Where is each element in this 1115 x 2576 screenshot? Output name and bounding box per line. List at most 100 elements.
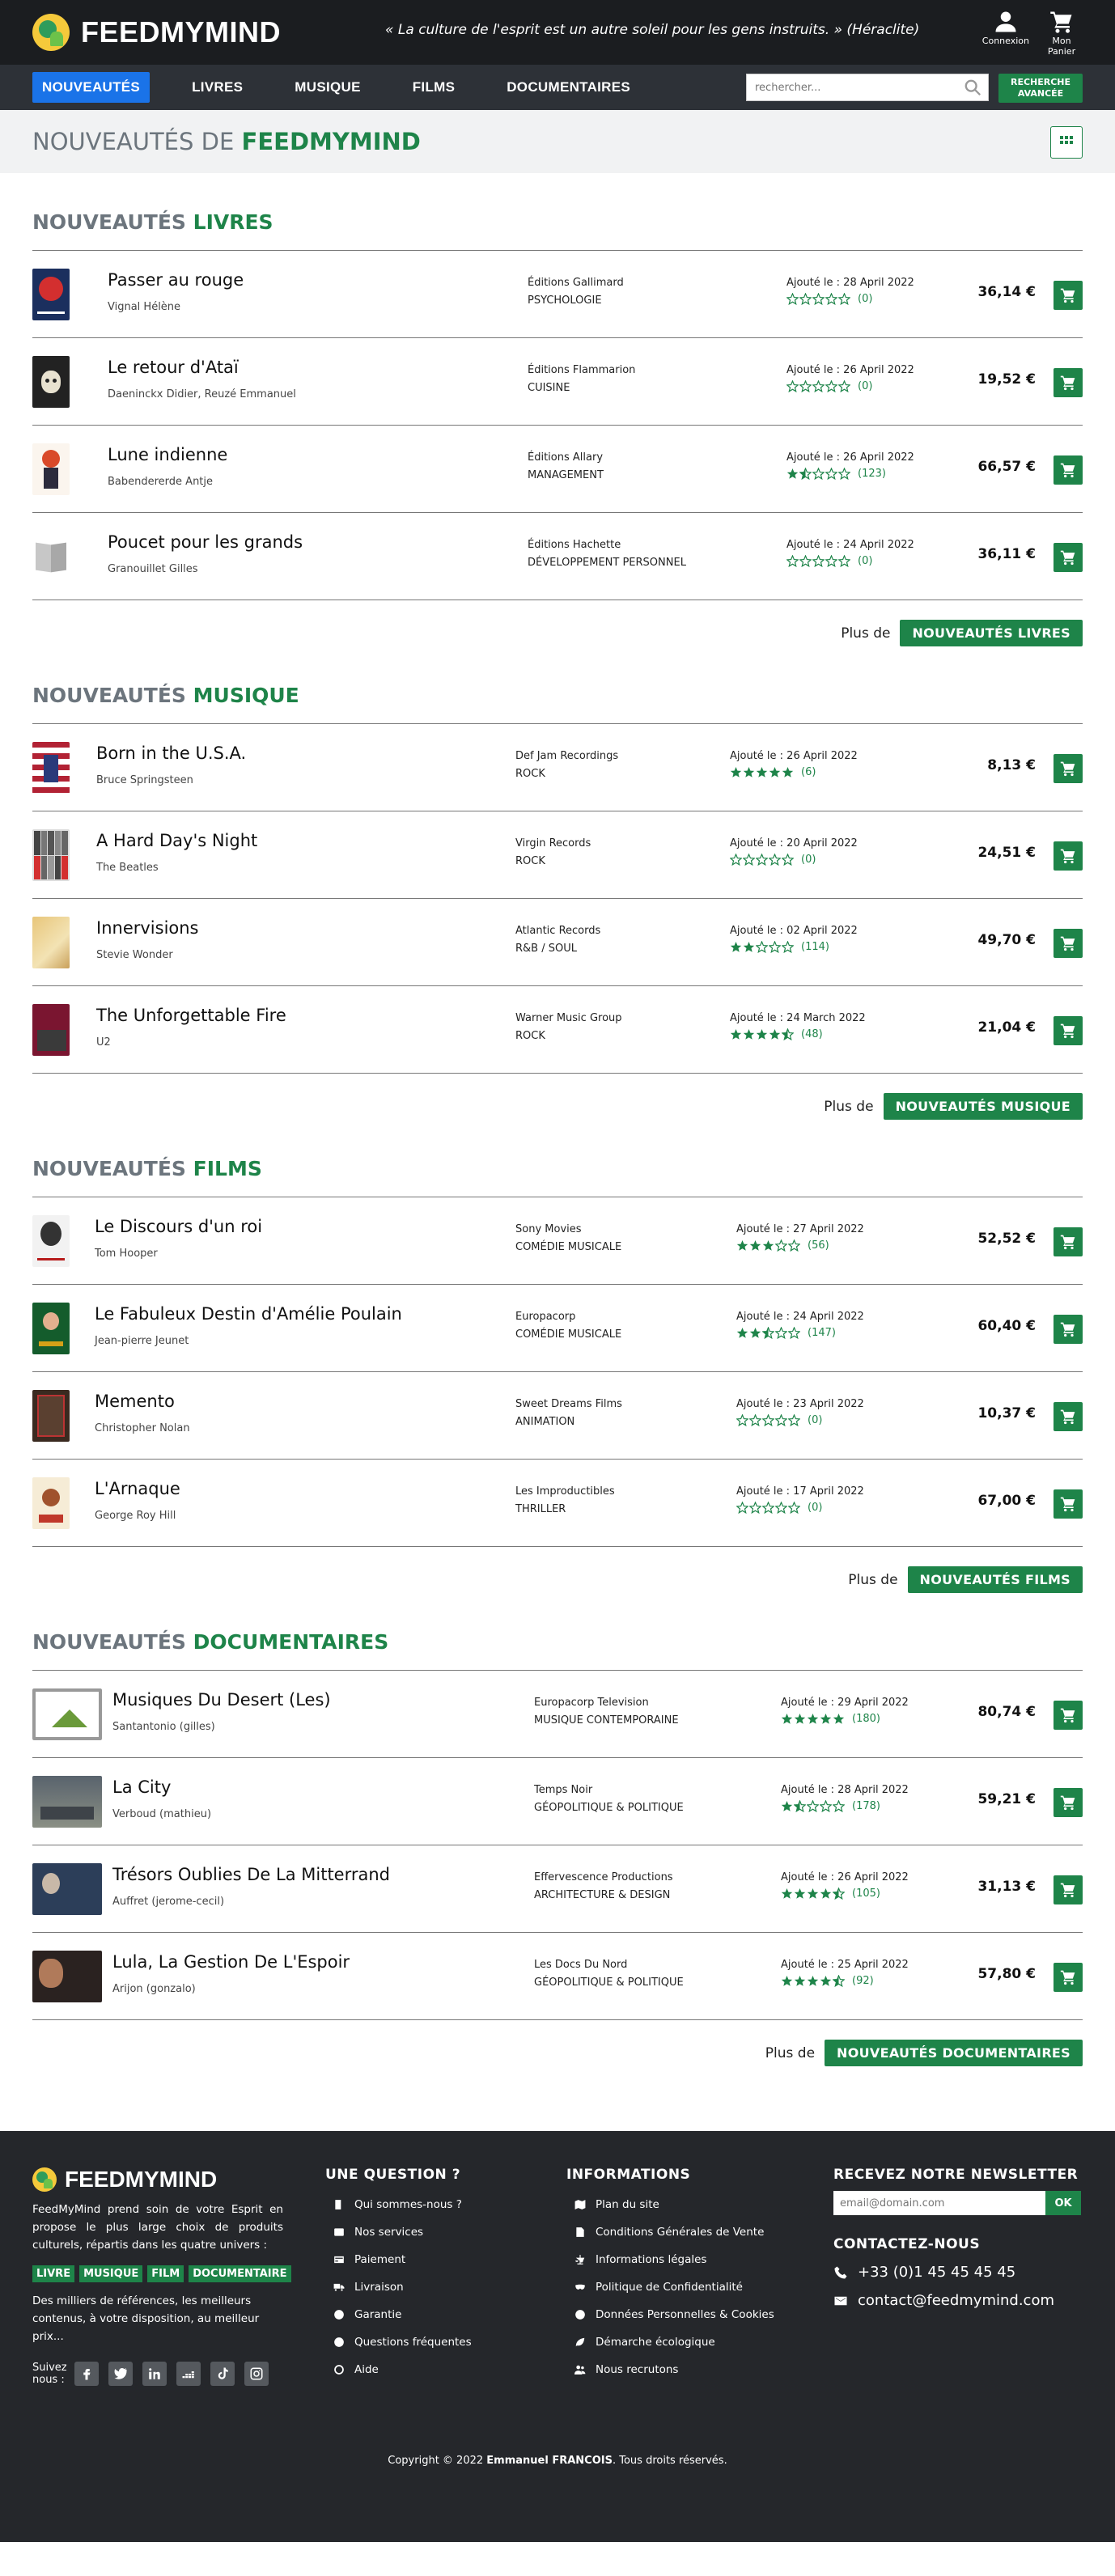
product-thumbnail[interactable]	[32, 1863, 102, 1915]
product-thumbnail[interactable]	[32, 531, 70, 583]
product-title[interactable]: Passer au rouge	[108, 270, 244, 290]
add-to-cart-button[interactable]	[1054, 754, 1083, 783]
add-to-cart-button[interactable]	[1054, 1875, 1083, 1904]
cart-button[interactable]: Mon Panier	[1047, 10, 1076, 57]
product-title[interactable]: Memento	[95, 1392, 175, 1411]
newsletter-submit-button[interactable]: OK	[1045, 2191, 1081, 2215]
product-thumbnail[interactable]	[32, 443, 70, 495]
product-thumbnail[interactable]	[32, 829, 70, 881]
product-author[interactable]: George Roy Hill	[95, 1510, 176, 1522]
product-author[interactable]: Daeninckx Didier, Reuzé Emmanuel	[108, 388, 296, 400]
add-to-cart-button[interactable]	[1054, 1016, 1083, 1045]
tag-film[interactable]: FILM	[147, 2265, 184, 2282]
footer-link[interactable]: Aide	[325, 2356, 472, 2383]
product-title[interactable]: Musiques Du Desert (Les)	[112, 1690, 331, 1710]
product-author[interactable]: Auffret (jerome-cecil)	[112, 1896, 224, 1908]
contact-phone[interactable]: +33 (0)1 45 45 45 45	[833, 2264, 1081, 2281]
instagram-icon[interactable]	[244, 2362, 269, 2386]
more-button[interactable]: NOUVEAUTÉS MUSIQUE	[883, 1093, 1083, 1120]
product-title[interactable]: Trésors Oublies De La Mitterrand	[112, 1865, 390, 1884]
more-button[interactable]: NOUVEAUTÉS DOCUMENTAIRES	[825, 2040, 1083, 2066]
search-icon[interactable]	[964, 78, 981, 96]
product-author[interactable]: Babendererde Antje	[108, 476, 213, 488]
add-to-cart-button[interactable]	[1054, 281, 1083, 310]
footer-link[interactable]: Conditions Générales de Vente	[566, 2218, 774, 2246]
product-thumbnail[interactable]	[32, 742, 70, 794]
add-to-cart-button[interactable]	[1054, 841, 1083, 871]
footer-link[interactable]: Garantie	[325, 2301, 472, 2328]
product-author[interactable]: U2	[96, 1036, 111, 1049]
login-button[interactable]: Connexion	[982, 10, 1029, 46]
product-title[interactable]: Lune indienne	[108, 445, 227, 464]
product-title[interactable]: The Unforgettable Fire	[96, 1006, 286, 1025]
product-author[interactable]: The Beatles	[96, 862, 159, 874]
add-to-cart-button[interactable]	[1054, 929, 1083, 958]
product-thumbnail[interactable]	[32, 1390, 70, 1442]
add-to-cart-button[interactable]	[1054, 455, 1083, 485]
nav-item-films[interactable]: FILMS	[403, 72, 465, 103]
product-thumbnail[interactable]	[32, 1004, 70, 1056]
footer-link[interactable]: Questions fréquentes	[325, 2328, 472, 2356]
product-thumbnail[interactable]	[32, 1303, 70, 1354]
product-title[interactable]: Le Discours d'un roi	[95, 1217, 262, 1236]
product-author[interactable]: Tom Hooper	[95, 1248, 158, 1260]
contact-email[interactable]: contact@feedmymind.com	[833, 2292, 1081, 2309]
product-title[interactable]: Le Fabuleux Destin d'Amélie Poulain	[95, 1304, 402, 1324]
product-author[interactable]: Christopher Nolan	[95, 1422, 190, 1434]
product-author[interactable]: Bruce Springsteen	[96, 774, 193, 786]
footer-logo[interactable]: FEEDMYMIND	[32, 2167, 291, 2193]
copyright-name[interactable]: Emmanuel FRANCOIS	[486, 2455, 613, 2467]
product-title[interactable]: Lula, La Gestion De L'Espoir	[112, 1952, 350, 1972]
product-title[interactable]: Innervisions	[96, 918, 199, 938]
product-author[interactable]: Stevie Wonder	[96, 949, 173, 961]
twitter-icon[interactable]	[108, 2362, 133, 2386]
more-button[interactable]: NOUVEAUTÉS LIVRES	[900, 620, 1083, 646]
footer-link[interactable]: Qui sommes-nous ?	[325, 2191, 472, 2218]
product-title[interactable]: Poucet pour les grands	[108, 532, 303, 552]
product-thumbnail[interactable]	[32, 917, 70, 968]
product-thumbnail[interactable]	[32, 1215, 70, 1267]
product-thumbnail[interactable]	[32, 1688, 102, 1740]
product-title[interactable]: L'Arnaque	[95, 1479, 180, 1498]
tag-documentaire[interactable]: DOCUMENTAIRE	[189, 2265, 291, 2282]
deezer-icon[interactable]	[176, 2362, 201, 2386]
tiktok-icon[interactable]	[210, 2362, 235, 2386]
add-to-cart-button[interactable]	[1054, 1489, 1083, 1519]
tag-musique[interactable]: MUSIQUE	[79, 2265, 143, 2282]
nav-item-livres[interactable]: LIVRES	[182, 72, 252, 103]
add-to-cart-button[interactable]	[1054, 1227, 1083, 1256]
brand-logo[interactable]: FEEDMYMIND	[32, 14, 281, 51]
add-to-cart-button[interactable]	[1054, 1402, 1083, 1431]
product-thumbnail[interactable]	[32, 1477, 70, 1529]
nav-item-nouveautes[interactable]: NOUVEAUTÉS	[32, 72, 151, 103]
footer-link[interactable]: Paiement	[325, 2246, 472, 2273]
footer-link[interactable]: Livraison	[325, 2273, 472, 2301]
footer-link[interactable]: Démarche écologique	[566, 2328, 774, 2356]
product-author[interactable]: Arijon (gonzalo)	[112, 1983, 196, 1995]
facebook-icon[interactable]	[74, 2362, 99, 2386]
add-to-cart-button[interactable]	[1054, 368, 1083, 397]
product-author[interactable]: Verboud (mathieu)	[112, 1808, 211, 1820]
add-to-cart-button[interactable]	[1054, 1315, 1083, 1344]
add-to-cart-button[interactable]	[1054, 1701, 1083, 1730]
advanced-search-button[interactable]: RECHERCHE AVANCÉE	[998, 74, 1083, 103]
add-to-cart-button[interactable]	[1054, 1963, 1083, 1992]
product-title[interactable]: Born in the U.S.A.	[96, 744, 246, 763]
product-thumbnail[interactable]	[32, 1951, 102, 2002]
footer-link[interactable]: Informations légales	[566, 2246, 774, 2273]
nav-item-musique[interactable]: MUSIQUE	[285, 72, 370, 103]
product-title[interactable]: La City	[112, 1777, 171, 1797]
footer-link[interactable]: Nos services	[325, 2218, 472, 2246]
newsletter-email-input[interactable]	[833, 2191, 1045, 2215]
product-thumbnail[interactable]	[32, 356, 70, 408]
product-thumbnail[interactable]	[32, 269, 70, 320]
grid-view-button[interactable]	[1050, 126, 1083, 159]
footer-link[interactable]: Politique de Confidentialité	[566, 2273, 774, 2301]
product-author[interactable]: Vignal Hélène	[108, 301, 180, 313]
more-button[interactable]: NOUVEAUTÉS FILMS	[907, 1566, 1083, 1593]
nav-item-documentaires[interactable]: DOCUMENTAIRES	[497, 72, 640, 103]
footer-link[interactable]: Données Personnelles & Cookies	[566, 2301, 774, 2328]
linkedin-icon[interactable]	[142, 2362, 167, 2386]
product-title[interactable]: Le retour d'Ataï	[108, 358, 239, 377]
add-to-cart-button[interactable]	[1054, 543, 1083, 572]
